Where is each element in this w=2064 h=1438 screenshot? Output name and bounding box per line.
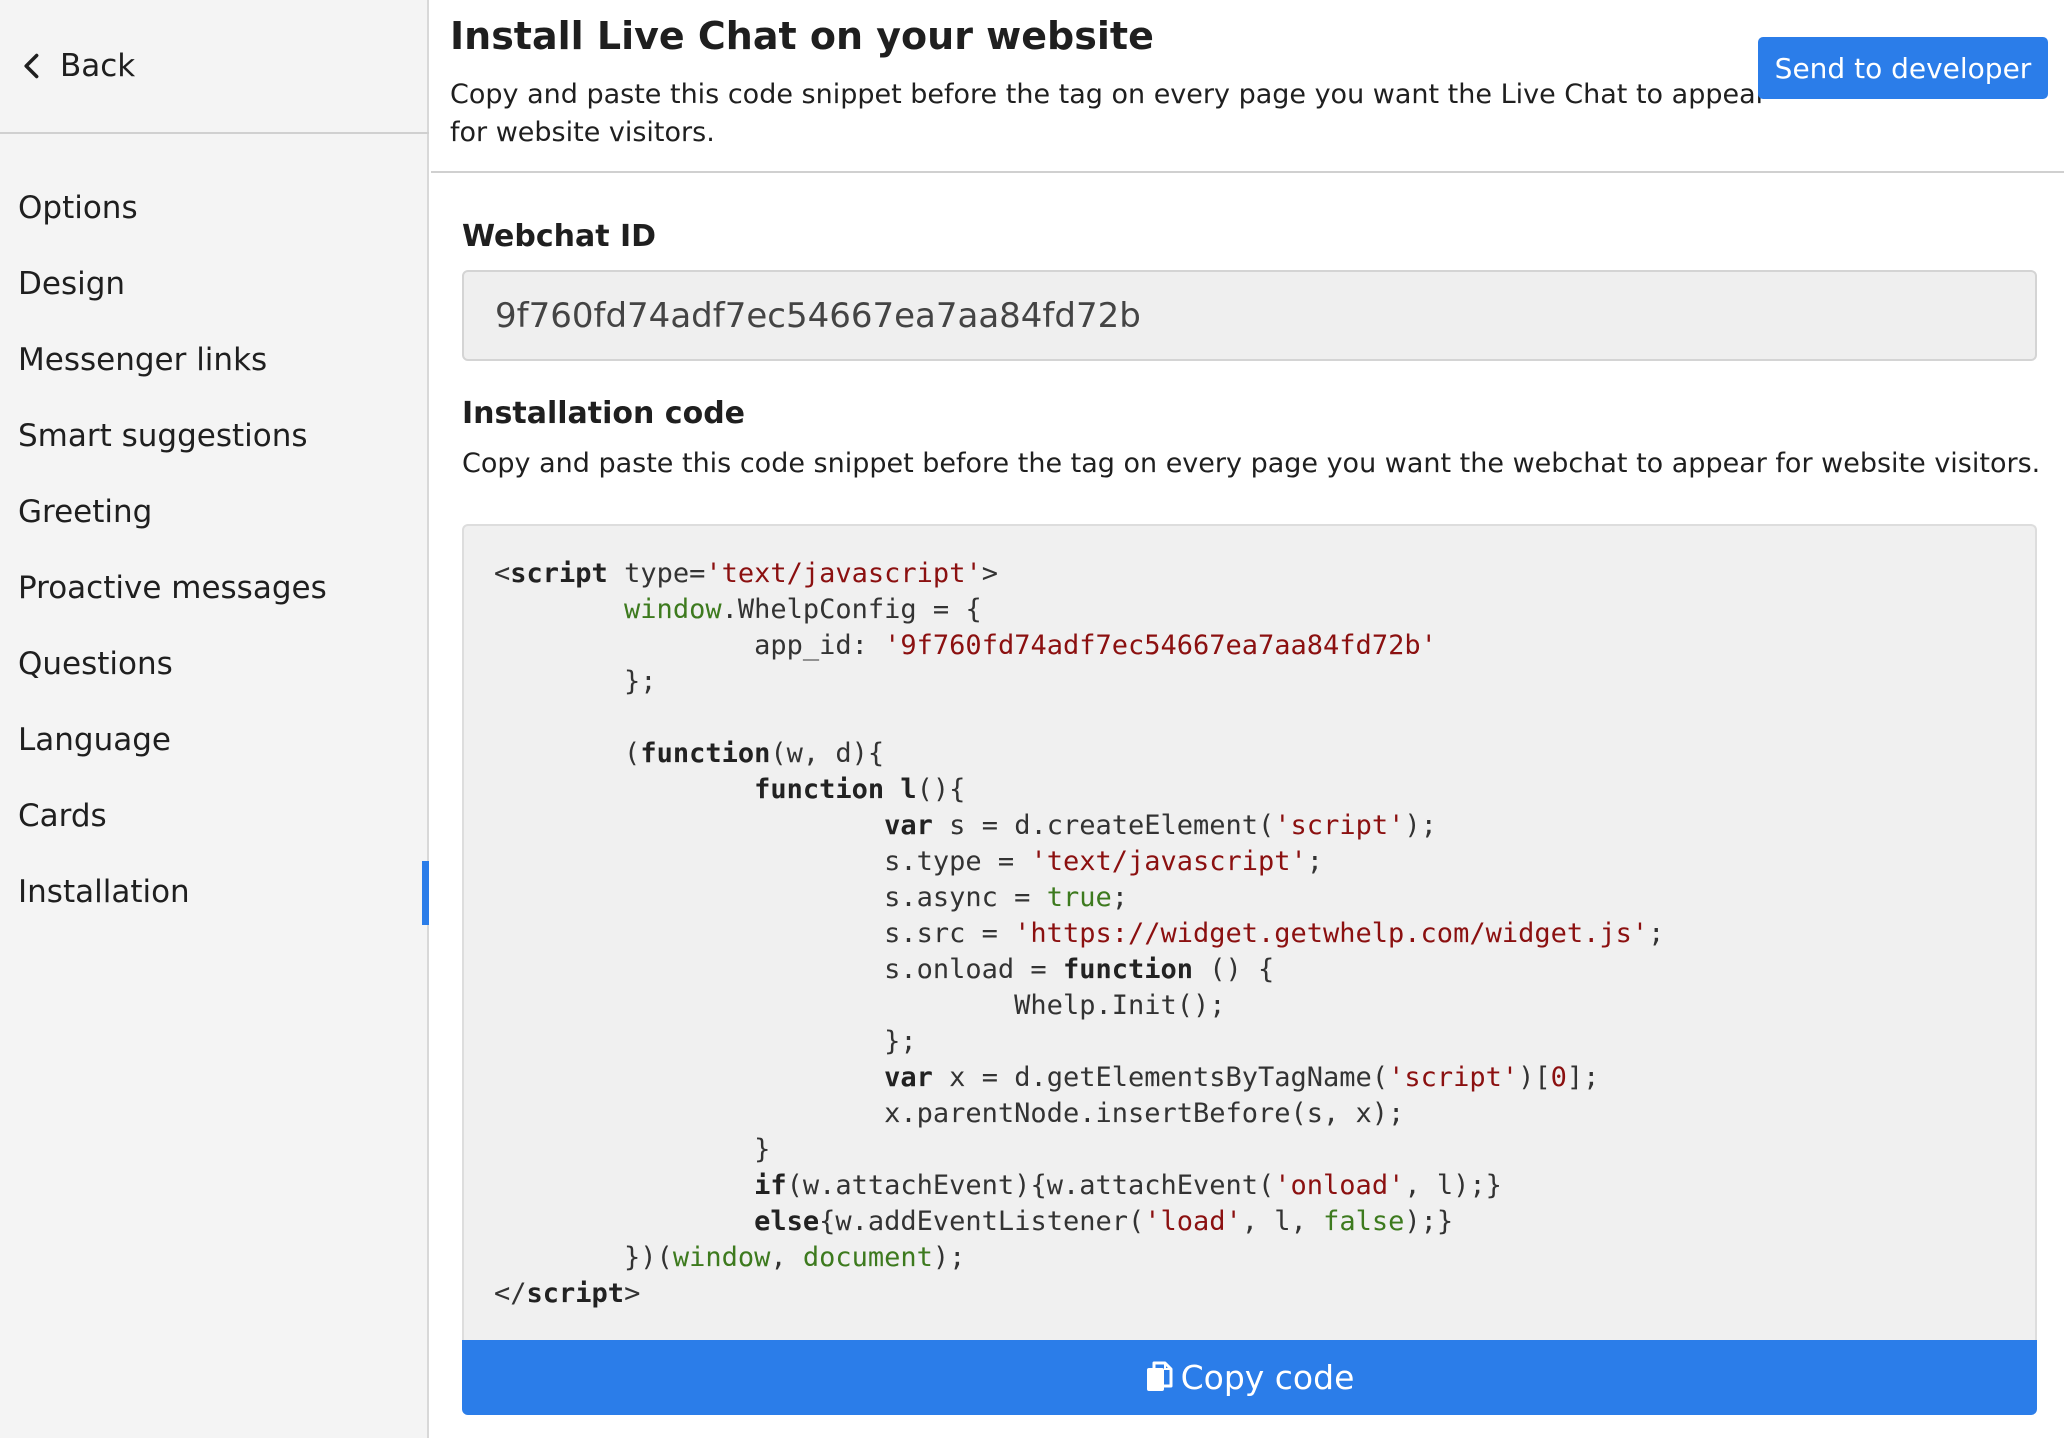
page-title: Install Live Chat on your website	[450, 14, 1154, 58]
sidebar-item-greeting[interactable]: Greeting	[0, 474, 429, 550]
sidebar-item-label: Installation	[18, 874, 190, 910]
installation-code-label: Installation code	[462, 396, 746, 431]
back-button[interactable]: Back	[0, 0, 429, 134]
code-text: <script type='text/javascript'> window.W…	[494, 558, 1665, 1309]
sidebar: Back Options Design Messenger links Smar…	[0, 0, 429, 1438]
sidebar-item-proactive-messages[interactable]: Proactive messages	[0, 550, 429, 626]
sidebar-item-label: Smart suggestions	[18, 418, 308, 454]
sidebar-item-options[interactable]: Options	[0, 170, 429, 246]
sidebar-item-design[interactable]: Design	[0, 246, 429, 322]
sidebar-nav: Options Design Messenger links Smart sug…	[0, 170, 429, 930]
sidebar-item-messenger-links[interactable]: Messenger links	[0, 322, 429, 398]
installation-description: Copy and paste this code snippet before …	[462, 448, 2041, 479]
page-description: Copy and paste this code snippet before …	[450, 79, 1767, 148]
sidebar-item-questions[interactable]: Questions	[0, 626, 429, 702]
sidebar-item-label: Proactive messages	[18, 570, 327, 606]
code-snippet[interactable]: <script type='text/javascript'> window.W…	[462, 524, 2037, 1340]
chevron-left-icon	[24, 53, 39, 79]
copy-code-label: Copy code	[1180, 1358, 1355, 1397]
sidebar-item-label: Design	[18, 266, 126, 302]
send-to-developer-button[interactable]: Send to developer	[1758, 37, 2048, 99]
sidebar-item-label: Language	[18, 722, 171, 758]
back-label: Back	[60, 48, 136, 84]
sidebar-item-label: Messenger links	[18, 342, 268, 378]
webchat-id-label: Webchat ID	[462, 219, 657, 254]
sidebar-item-installation[interactable]: Installation	[0, 854, 429, 930]
sidebar-item-smart-suggestions[interactable]: Smart suggestions	[0, 398, 429, 474]
page-header: Install Live Chat on your website Copy a…	[431, 0, 2064, 173]
sidebar-item-label: Questions	[18, 646, 173, 682]
copy-code-button[interactable]: Copy code	[462, 1340, 2037, 1415]
sidebar-item-language[interactable]: Language	[0, 702, 429, 778]
sidebar-item-label: Options	[18, 190, 138, 226]
webchat-id-field[interactable]	[462, 270, 2037, 361]
copy-icon	[1146, 1361, 1173, 1391]
sidebar-item-label: Greeting	[18, 494, 153, 530]
sidebar-item-cards[interactable]: Cards	[0, 778, 429, 854]
sidebar-item-label: Cards	[18, 798, 107, 834]
